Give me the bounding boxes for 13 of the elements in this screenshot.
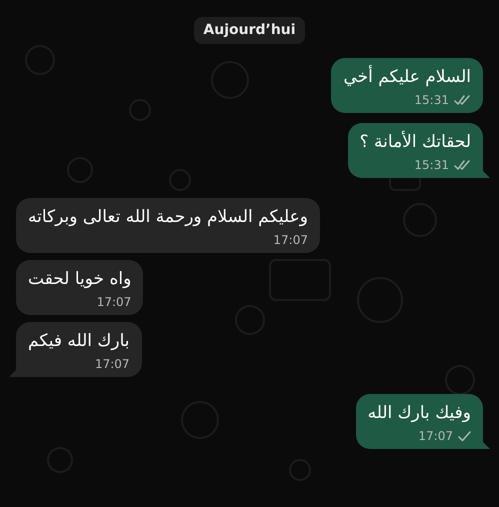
message-time: 15:31 xyxy=(414,92,449,108)
date-chip: Aujourd’hui xyxy=(194,17,305,44)
message-text: لحقاتك الأمانة ؟ xyxy=(360,130,471,154)
message-time: 15:31 xyxy=(414,157,449,173)
message-time: 17:07 xyxy=(273,232,308,248)
message-time: 17:07 xyxy=(94,356,130,372)
message-text: بارك الله فيكم xyxy=(28,330,130,353)
message-time: 17:07 xyxy=(96,294,132,310)
message-text: السلام عليكم أخي xyxy=(343,64,471,89)
message-text: وعليكم السلام ورحمة الله تعالى وبركاته xyxy=(28,206,308,229)
message-text: وفيك بارك الله xyxy=(368,402,471,425)
message-time: 17:07 xyxy=(418,428,453,444)
message-text: واه خويا لحقت xyxy=(28,268,132,291)
